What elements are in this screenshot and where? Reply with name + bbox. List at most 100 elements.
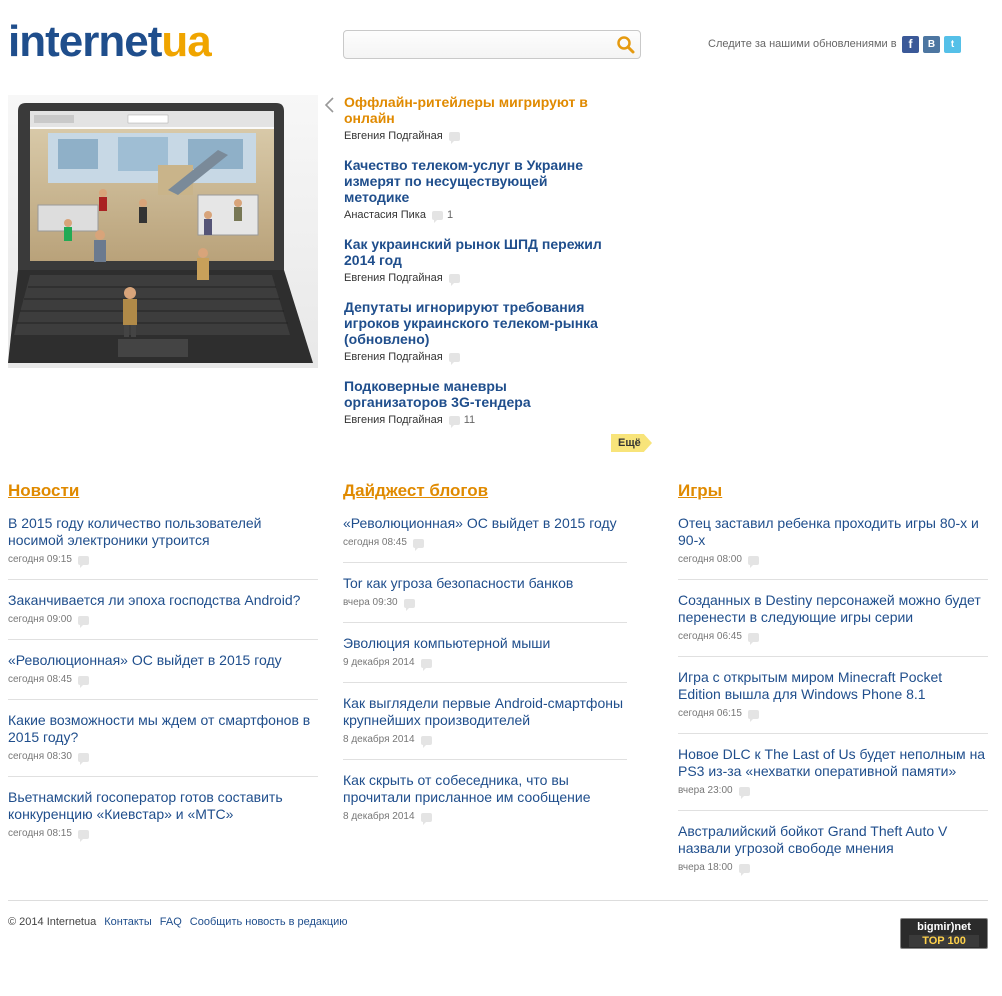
comment-icon [431, 210, 443, 223]
game-item: Австралийский бойкот Grand Theft Auto V … [678, 823, 988, 887]
news-title[interactable]: В 2015 году количество пользователей нос… [8, 515, 318, 549]
blog-title[interactable]: «Революционная» ОС выйдет в 2015 году [343, 515, 627, 532]
comment-icon [77, 675, 89, 688]
follow-text: Следите за нашими обновлениями в [708, 38, 897, 50]
featured-author: Евгения Подгайная [344, 130, 443, 142]
blogs-heading[interactable]: Дайджест блогов [343, 480, 488, 502]
footer-link-faq[interactable]: FAQ [160, 916, 182, 928]
blog-item: Tor как угроза безопасности банков вчера… [343, 575, 627, 623]
game-date: сегодня 06:15 [678, 708, 742, 719]
logo-text-ua: ua [161, 17, 211, 66]
featured-item: Подковерные маневры организаторов 3G-тен… [344, 378, 614, 428]
comment-icon [403, 598, 415, 611]
site-logo[interactable]: internetua [8, 17, 212, 66]
bigmir-counter-badge[interactable]: bigmir)net TOP 100 [900, 918, 988, 949]
comment-icon [747, 555, 759, 568]
game-date: вчера 23:00 [678, 785, 733, 796]
search-input[interactable] [350, 35, 612, 55]
comment-icon [448, 415, 460, 428]
comment-count: 1 [446, 209, 454, 221]
search-box [343, 30, 641, 59]
twitter-icon[interactable]: t [944, 36, 961, 53]
comment-icon [412, 538, 424, 551]
featured-item: Оффлайн-ритейлеры мигрируют в онлайн Евг… [344, 94, 614, 144]
news-date: сегодня 09:15 [8, 554, 72, 565]
comment-icon [738, 863, 750, 876]
blog-item: «Революционная» ОС выйдет в 2015 году се… [343, 515, 627, 563]
vkontakte-icon[interactable]: B [923, 36, 940, 53]
blog-title[interactable]: Как выглядели первые Android-смартфоны к… [343, 695, 627, 729]
counter-brand: bigmir)net [917, 921, 971, 933]
news-heading[interactable]: Новости [8, 480, 79, 502]
games-heading[interactable]: Игры [678, 480, 722, 502]
news-title[interactable]: «Революционная» ОС выйдет в 2015 году [8, 652, 318, 669]
comment-icon [77, 829, 89, 842]
blog-item: Как скрыть от собеседника, что вы прочит… [343, 772, 627, 836]
news-item: В 2015 году количество пользователей нос… [8, 515, 318, 580]
footer-link-submit-news[interactable]: Сообщить новость в редакцию [190, 916, 348, 928]
game-title[interactable]: Созданных в Destiny персонажей можно буд… [678, 592, 988, 626]
news-item: Заканчивается ли эпоха господства Androi… [8, 592, 318, 640]
game-date: вчера 18:00 [678, 862, 733, 873]
featured-item: Как украинский рынок ШПД пережил 2014 го… [344, 236, 614, 286]
featured-author: Евгения Подгайная [344, 351, 443, 363]
facebook-icon[interactable]: f [902, 36, 919, 53]
comment-icon [448, 352, 460, 365]
game-title[interactable]: Новое DLC к The Last of Us будет неполны… [678, 746, 988, 780]
logo-text-internet: internet [8, 17, 162, 66]
more-button[interactable]: Ещё [611, 434, 652, 452]
blog-date: 8 декабря 2014 [343, 734, 415, 745]
game-date: сегодня 08:00 [678, 554, 742, 565]
footer-link-contacts[interactable]: Контакты [104, 916, 152, 928]
game-item: Отец заставил ребенка проходить игры 80-… [678, 515, 988, 580]
game-title[interactable]: Австралийский бойкот Grand Theft Auto V … [678, 823, 988, 857]
featured-author: Евгения Подгайная [344, 414, 443, 426]
comment-icon [747, 709, 759, 722]
blog-title[interactable]: Как скрыть от собеседника, что вы прочит… [343, 772, 627, 806]
featured-title[interactable]: Депутаты игнорируют требования игроков у… [344, 299, 614, 347]
blog-date: сегодня 08:45 [343, 537, 407, 548]
featured-title[interactable]: Как украинский рынок ШПД пережил 2014 го… [344, 236, 614, 268]
game-title[interactable]: Игра с открытым миром Minecraft Pocket E… [678, 669, 988, 703]
featured-image[interactable] [8, 95, 318, 368]
news-date: сегодня 08:30 [8, 751, 72, 762]
featured-item: Депутаты игнорируют требования игроков у… [344, 299, 614, 365]
featured-author: Анастасия Пика [344, 209, 426, 221]
comment-icon [448, 273, 460, 286]
search-icon[interactable] [616, 35, 636, 55]
copyright: © 2014 Internetua [8, 916, 97, 928]
blog-item: Эволюция компьютерной мыши 9 декабря 201… [343, 635, 627, 683]
blogs-column: Дайджест блогов «Революционная» ОС выйде… [343, 480, 627, 848]
news-item: Какие возможности мы ждем от смартфонов … [8, 712, 318, 777]
news-title[interactable]: Какие возможности мы ждем от смартфонов … [8, 712, 318, 746]
game-date: сегодня 06:45 [678, 631, 742, 642]
counter-label: TOP 100 [909, 935, 979, 947]
featured-item: Качество телеком-услуг в Украине измерят… [344, 157, 614, 223]
blog-date: 9 декабря 2014 [343, 657, 415, 668]
comment-icon [448, 131, 460, 144]
news-title[interactable]: Вьетнамский госоператор готов составить … [8, 789, 318, 823]
comment-icon [738, 786, 750, 799]
game-item: Игра с открытым миром Minecraft Pocket E… [678, 669, 988, 734]
blog-title[interactable]: Tor как угроза безопасности банков [343, 575, 627, 592]
blog-title[interactable]: Эволюция компьютерной мыши [343, 635, 627, 652]
comment-count: 11 [463, 414, 476, 426]
news-date: сегодня 08:45 [8, 674, 72, 685]
news-title[interactable]: Заканчивается ли эпоха господства Androi… [8, 592, 318, 609]
comment-icon [420, 658, 432, 671]
news-column: Новости В 2015 году количество пользоват… [8, 480, 318, 865]
featured-title[interactable]: Качество телеком-услуг в Украине измерят… [344, 157, 614, 205]
games-column: Игры Отец заставил ребенка проходить игр… [678, 480, 988, 899]
blog-date: вчера 09:30 [343, 597, 398, 608]
game-item: Новое DLC к The Last of Us будет неполны… [678, 746, 988, 811]
featured-title[interactable]: Оффлайн-ритейлеры мигрируют в онлайн [344, 94, 614, 126]
featured-list: Оффлайн-ритейлеры мигрируют в онлайн Евг… [344, 94, 614, 441]
slider-prev-arrow-icon[interactable] [322, 96, 336, 114]
blog-date: 8 декабря 2014 [343, 811, 415, 822]
footer-divider [8, 900, 988, 901]
game-title[interactable]: Отец заставил ребенка проходить игры 80-… [678, 515, 988, 549]
featured-author: Евгения Подгайная [344, 272, 443, 284]
comment-icon [747, 632, 759, 645]
featured-title[interactable]: Подковерные маневры организаторов 3G-тен… [344, 378, 614, 410]
news-item: Вьетнамский госоператор готов составить … [8, 789, 318, 853]
